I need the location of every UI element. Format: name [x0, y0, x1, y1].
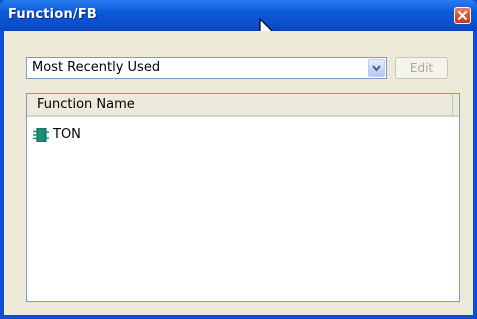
dropdown-arrow-button[interactable]	[368, 59, 385, 77]
dialog-client-area: Most Recently Used Edit Function Name TO…	[4, 31, 473, 315]
list-header: Function Name	[27, 94, 459, 117]
function-block-icon	[33, 128, 49, 142]
list-item-label: TON	[53, 127, 81, 142]
window-title: Function/FB	[8, 7, 98, 22]
function-fb-window: Function/FB Most Recently Used Edit Func…	[0, 0, 477, 319]
close-button[interactable]	[454, 7, 471, 24]
title-bar[interactable]: Function/FB	[0, 0, 477, 31]
filter-dropdown-value: Most Recently Used	[32, 60, 161, 75]
column-header-label: Function Name	[37, 97, 135, 112]
function-list[interactable]: Function Name TON	[26, 93, 460, 302]
chevron-down-icon	[372, 65, 381, 72]
column-header-function-name[interactable]: Function Name	[27, 94, 453, 115]
edit-button[interactable]: Edit	[395, 57, 448, 79]
close-icon	[458, 11, 467, 20]
filter-dropdown[interactable]: Most Recently Used	[26, 57, 387, 79]
